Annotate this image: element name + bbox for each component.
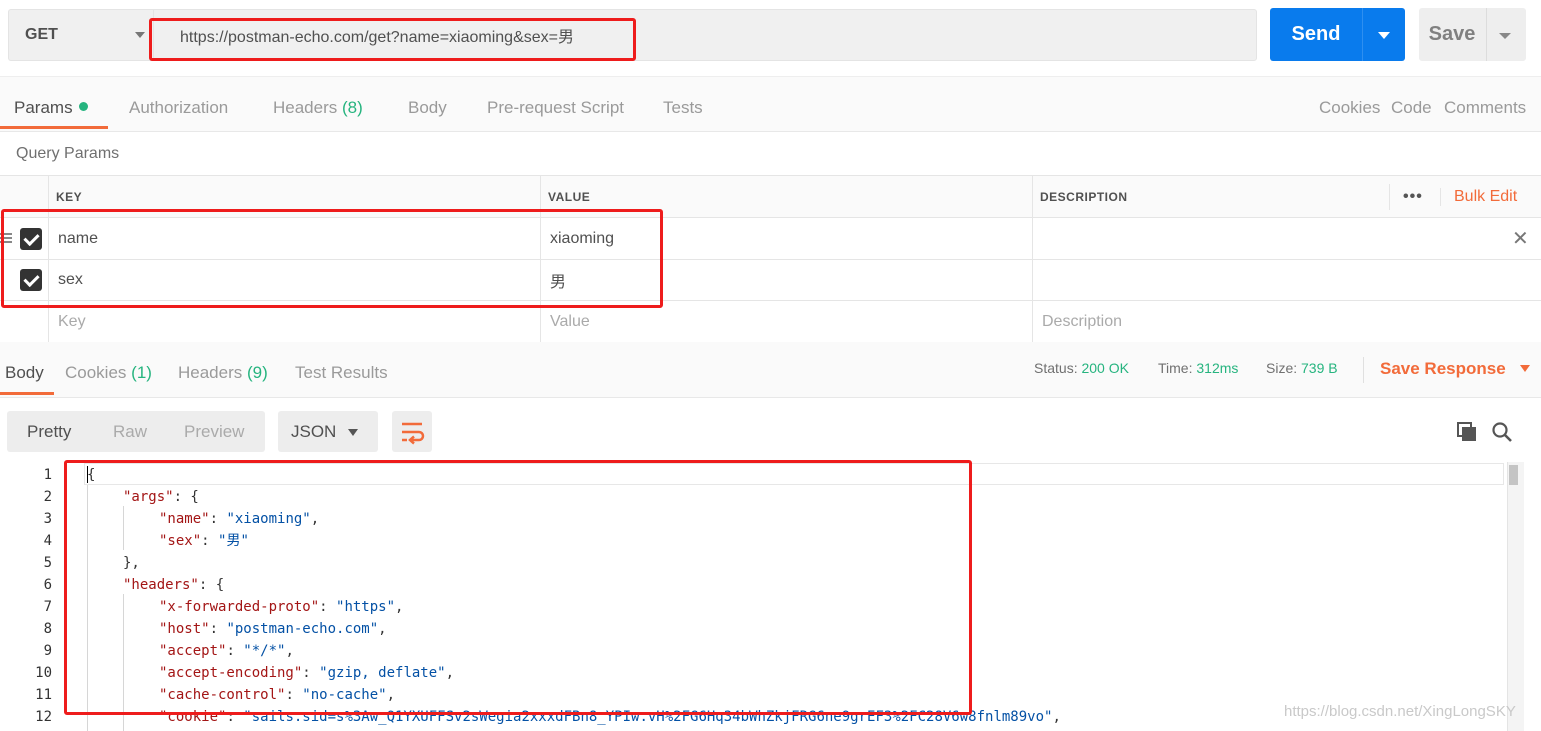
save-button[interactable]: Save [1419, 8, 1526, 61]
code-line: 11 "cache-control": "no-cache", [35, 687, 396, 703]
tab-test-results[interactable]: Test Results [295, 342, 388, 397]
url-text: https://postman-echo.com/get?name=xiaomi… [180, 29, 574, 46]
wrap-lines-icon [402, 422, 425, 445]
status-readout: Status: 200 OK [1034, 360, 1129, 376]
row-checkbox[interactable] [20, 269, 42, 291]
watermark: https://blog.csdn.net/XingLongSKY [1284, 703, 1516, 720]
bulk-edit-link[interactable]: Bulk Edit [1454, 176, 1517, 217]
chevron-down-icon [348, 429, 358, 436]
more-options-icon[interactable]: ••• [1403, 176, 1423, 217]
tab-tests[interactable]: Tests [663, 77, 703, 132]
code-line: 8 "host": "postman-echo.com", [43, 621, 387, 637]
row-checkbox[interactable] [20, 228, 42, 250]
tab-response-body[interactable]: Body [5, 342, 44, 397]
code-line: 4 "sex": "男" [43, 533, 249, 549]
send-label: Send [1291, 23, 1341, 45]
table-row: sex 男 [0, 260, 1541, 301]
tab-response-headers[interactable]: Headers (9) [178, 342, 268, 397]
code-line: 2 "args": { [43, 489, 199, 505]
param-key[interactable]: sex [58, 260, 83, 300]
wrap-lines-button[interactable] [392, 411, 432, 452]
comments-link[interactable]: Comments [1444, 77, 1526, 132]
text-cursor [87, 466, 88, 483]
delete-row-close-icon[interactable]: ✕ [1512, 218, 1529, 259]
new-value-input[interactable]: Value [550, 301, 590, 342]
view-mode-switcher: Pretty Raw Preview [7, 411, 265, 452]
view-mode-preview[interactable]: Preview [184, 411, 244, 452]
column-header-key: KEY [56, 189, 83, 204]
size-value: 739 B [1301, 360, 1338, 376]
url-input[interactable]: https://postman-echo.com/get?name=xiaomi… [153, 9, 1257, 61]
code-scrollbar[interactable] [1507, 462, 1524, 731]
code-line: 12 "cookie": "sails.sid=s%3Aw_Q1YXUFFSv2s… [35, 709, 1061, 725]
chevron-down-icon [135, 32, 145, 38]
tab-params[interactable]: Params [14, 77, 88, 132]
save-options-chevron-icon[interactable] [1499, 33, 1511, 39]
code-line: 7 "x-forwarded-proto": "https", [43, 599, 404, 615]
code-line: 9 "accept": "*/*", [43, 643, 294, 659]
code-line: 10 "accept-encoding": "gzip, deflate", [35, 665, 455, 681]
size-readout: Size: 739 B [1266, 360, 1338, 376]
table-row: name xiaoming ✕ [0, 218, 1541, 260]
param-value[interactable]: 男 [550, 260, 566, 300]
code-line: 3 "name": "xiaoming", [43, 511, 320, 527]
drag-handle-icon[interactable] [0, 233, 12, 244]
method-label: GET [25, 26, 58, 43]
tab-headers[interactable]: Headers (8) [273, 77, 363, 132]
save-label: Save [1428, 23, 1476, 45]
cookies-link[interactable]: Cookies [1319, 77, 1380, 132]
status-value: 200 OK [1081, 360, 1129, 376]
time-value: 312ms [1196, 360, 1239, 376]
active-tab-underline [0, 126, 108, 129]
code-line: 6 "headers": { [43, 577, 225, 593]
url-bar-row: GET https://postman-echo.com/get?name=xi… [0, 0, 1541, 76]
params-active-dot-icon [78, 102, 88, 111]
copy-icon[interactable] [1456, 421, 1478, 443]
save-response-button[interactable]: Save Response [1380, 359, 1530, 379]
view-mode-pretty[interactable]: Pretty [27, 411, 71, 452]
response-tabs: Body Cookies (1) Headers (9) Test Result… [0, 342, 1541, 398]
code-line: 5}, [43, 555, 140, 571]
format-select[interactable]: JSON [278, 411, 378, 452]
param-value[interactable]: xiaoming [550, 218, 614, 259]
table-header-row: KEY VALUE DESCRIPTION ••• Bulk Edit [0, 176, 1541, 218]
tab-pre-request-script[interactable]: Pre-request Script [487, 77, 624, 132]
request-tabs: Params Authorization Headers (8) Body Pr… [0, 76, 1541, 132]
time-readout: Time: 312ms [1158, 360, 1239, 376]
new-description-input[interactable]: Description [1042, 301, 1122, 342]
active-tab-underline [0, 392, 54, 395]
column-header-description: DESCRIPTION [1040, 189, 1128, 204]
scrollbar-thumb[interactable] [1509, 465, 1518, 485]
tab-authorization[interactable]: Authorization [129, 77, 228, 132]
method-select[interactable]: GET [8, 9, 153, 61]
tab-response-cookies[interactable]: Cookies (1) [65, 342, 152, 397]
send-options-chevron-icon[interactable] [1378, 32, 1390, 39]
tab-body[interactable]: Body [408, 77, 447, 132]
send-button[interactable]: Send [1270, 8, 1405, 61]
param-key[interactable]: name [58, 218, 98, 259]
chevron-down-icon [1519, 365, 1530, 372]
new-key-input[interactable]: Key [58, 301, 86, 342]
query-params-table: KEY VALUE DESCRIPTION ••• Bulk Edit name… [0, 175, 1541, 343]
code-link[interactable]: Code [1391, 77, 1432, 132]
table-row-new: Key Value Description [0, 301, 1541, 343]
search-icon[interactable] [1491, 421, 1513, 443]
column-header-value: VALUE [548, 189, 591, 204]
query-params-title: Query Params [16, 145, 120, 162]
response-body-code[interactable]: 1{ 2 "args": { 3 "name": "xiaoming", 4 "sex… [0, 462, 1541, 731]
view-mode-raw[interactable]: Raw [113, 411, 147, 452]
